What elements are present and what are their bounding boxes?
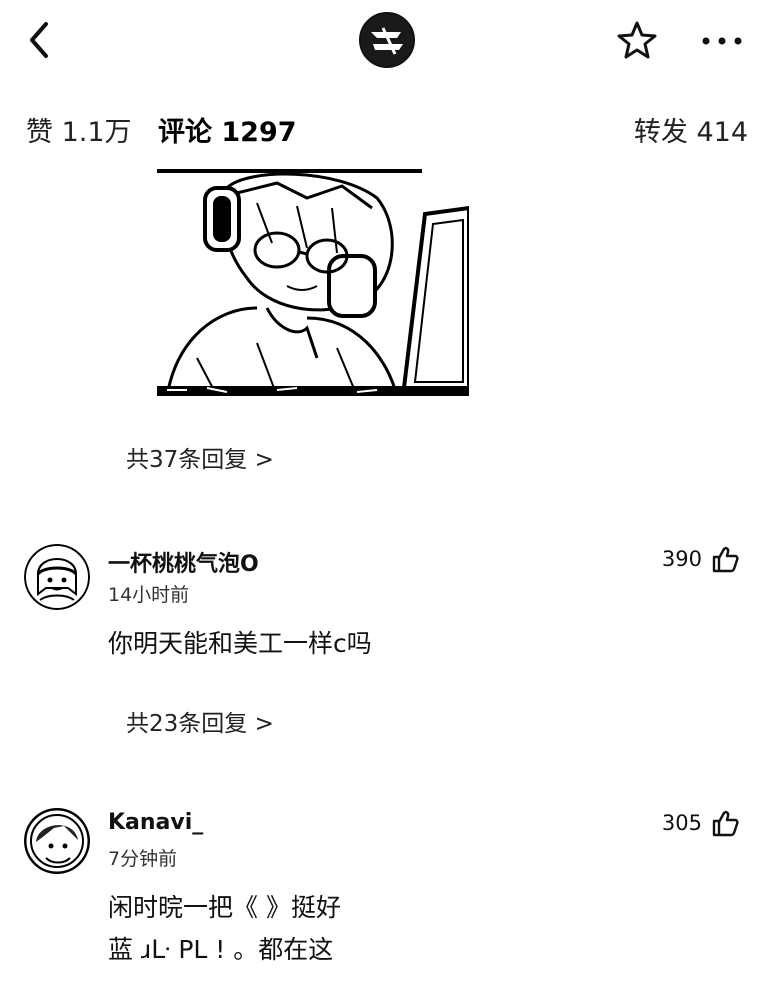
username[interactable]: 一杯桃桃气泡O	[108, 546, 259, 578]
comment-text-line-1: 闲时晥一把《 》挺好	[108, 893, 341, 922]
like-count: 390	[661, 547, 702, 571]
tab-comments[interactable]: 评论 1297	[158, 110, 297, 149]
avatar[interactable]	[24, 544, 90, 610]
comment-text-line-2: 蓝 ɹᒷ PL ! 。都在这	[108, 935, 334, 964]
tab-likes[interactable]: 赞 1.1万	[26, 110, 132, 149]
like-button[interactable]: 390	[662, 544, 740, 574]
thumbs-up-icon	[712, 547, 739, 573]
timestamp: 14小时前	[108, 584, 190, 606]
thumbs-up-icon	[712, 811, 739, 837]
stats-tabs: 赞 1.1万 评论 1297 转发 414	[0, 100, 774, 154]
comment-image[interactable]	[157, 168, 469, 396]
top-bar	[0, 0, 774, 80]
avatar[interactable]	[24, 808, 90, 874]
view-replies-link[interactable]: 共37条回复 >	[126, 440, 274, 474]
chevron-left-icon[interactable]	[22, 18, 58, 62]
like-button[interactable]: 305	[662, 808, 740, 838]
comment-text: 你明天能和美工一样c吗	[108, 629, 372, 658]
view-replies-link[interactable]: 共23条回复 >	[126, 704, 274, 738]
more-horizontal-icon[interactable]	[694, 24, 750, 58]
timestamp: 7分钟前	[108, 848, 178, 870]
tab-shares[interactable]: 转发 414	[634, 110, 748, 149]
like-count: 305	[661, 811, 702, 835]
username[interactable]: Kanavi_	[108, 810, 203, 835]
star-outline-icon[interactable]	[614, 18, 660, 62]
brand-logo-icon[interactable]	[355, 10, 419, 70]
